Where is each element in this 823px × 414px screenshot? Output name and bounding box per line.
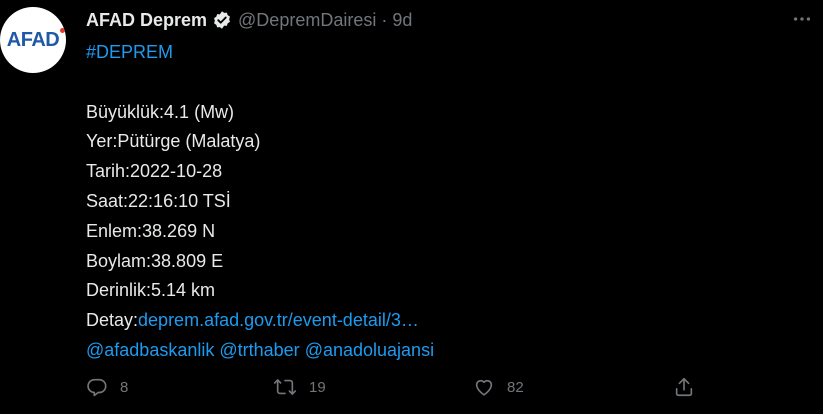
tweet-header: AFAD Deprem @DepremDairesi · 9d (86, 8, 823, 32)
action-bar: 8 19 82 (86, 372, 823, 402)
magnitude-line: Büyüklük:4.1 (Mw) (86, 101, 235, 122)
timestamp[interactable]: 9d (392, 10, 412, 31)
share-button[interactable] (673, 372, 695, 402)
detail-link[interactable]: deprem.afad.gov.tr/event-detail/3… (138, 310, 419, 330)
reply-icon (87, 378, 107, 397)
share-icon (675, 377, 693, 397)
latitude-line: Enlem:38.269 N (86, 220, 216, 241)
avatar[interactable]: AFAD (0, 7, 66, 73)
depth-line: Derinlik:5.14 km (86, 280, 216, 301)
hashtag-link[interactable]: #DEPREM (86, 42, 173, 62)
separator: · (381, 9, 388, 30)
mention-trthaber[interactable]: @trthaber (219, 340, 299, 360)
like-button[interactable]: 82 (473, 372, 524, 402)
retweet-count: 19 (309, 378, 326, 396)
like-count: 82 (507, 378, 524, 396)
afad-logo: AFAD (7, 27, 66, 52)
retweet-button[interactable]: 19 (273, 372, 326, 402)
heart-icon (475, 379, 493, 396)
date-line: Tarih:2022-10-28 (86, 161, 223, 182)
more-options-button[interactable] (789, 6, 815, 32)
mention-afadbaskanlik[interactable]: @afadbaskanlik (86, 340, 214, 360)
reply-count: 8 (120, 378, 129, 396)
handle[interactable]: @DepremDairesi (238, 10, 376, 31)
time-line: Saat:22:16:10 TSİ (86, 190, 231, 211)
longitude-line: Boylam:38.809 E (86, 250, 224, 271)
location-line: Yer:Pütürge (Malatya) (86, 131, 261, 152)
more-icon (793, 17, 811, 21)
retweet-icon (273, 379, 297, 395)
mentions-line: @afadbaskanlik @trthaber @anadoluajansi (86, 336, 803, 366)
tweet-body: #DEPREM Büyüklük:4.1 (Mw) Yer:Pütürge (M… (86, 38, 803, 366)
detail-line: Detay:deprem.afad.gov.tr/event-detail/3… (86, 310, 419, 331)
display-name[interactable]: AFAD Deprem (86, 10, 207, 31)
mention-anadoluajansi[interactable]: @anadoluajansi (305, 340, 434, 360)
verified-badge-icon (212, 10, 232, 30)
reply-button[interactable]: 8 (86, 372, 128, 402)
